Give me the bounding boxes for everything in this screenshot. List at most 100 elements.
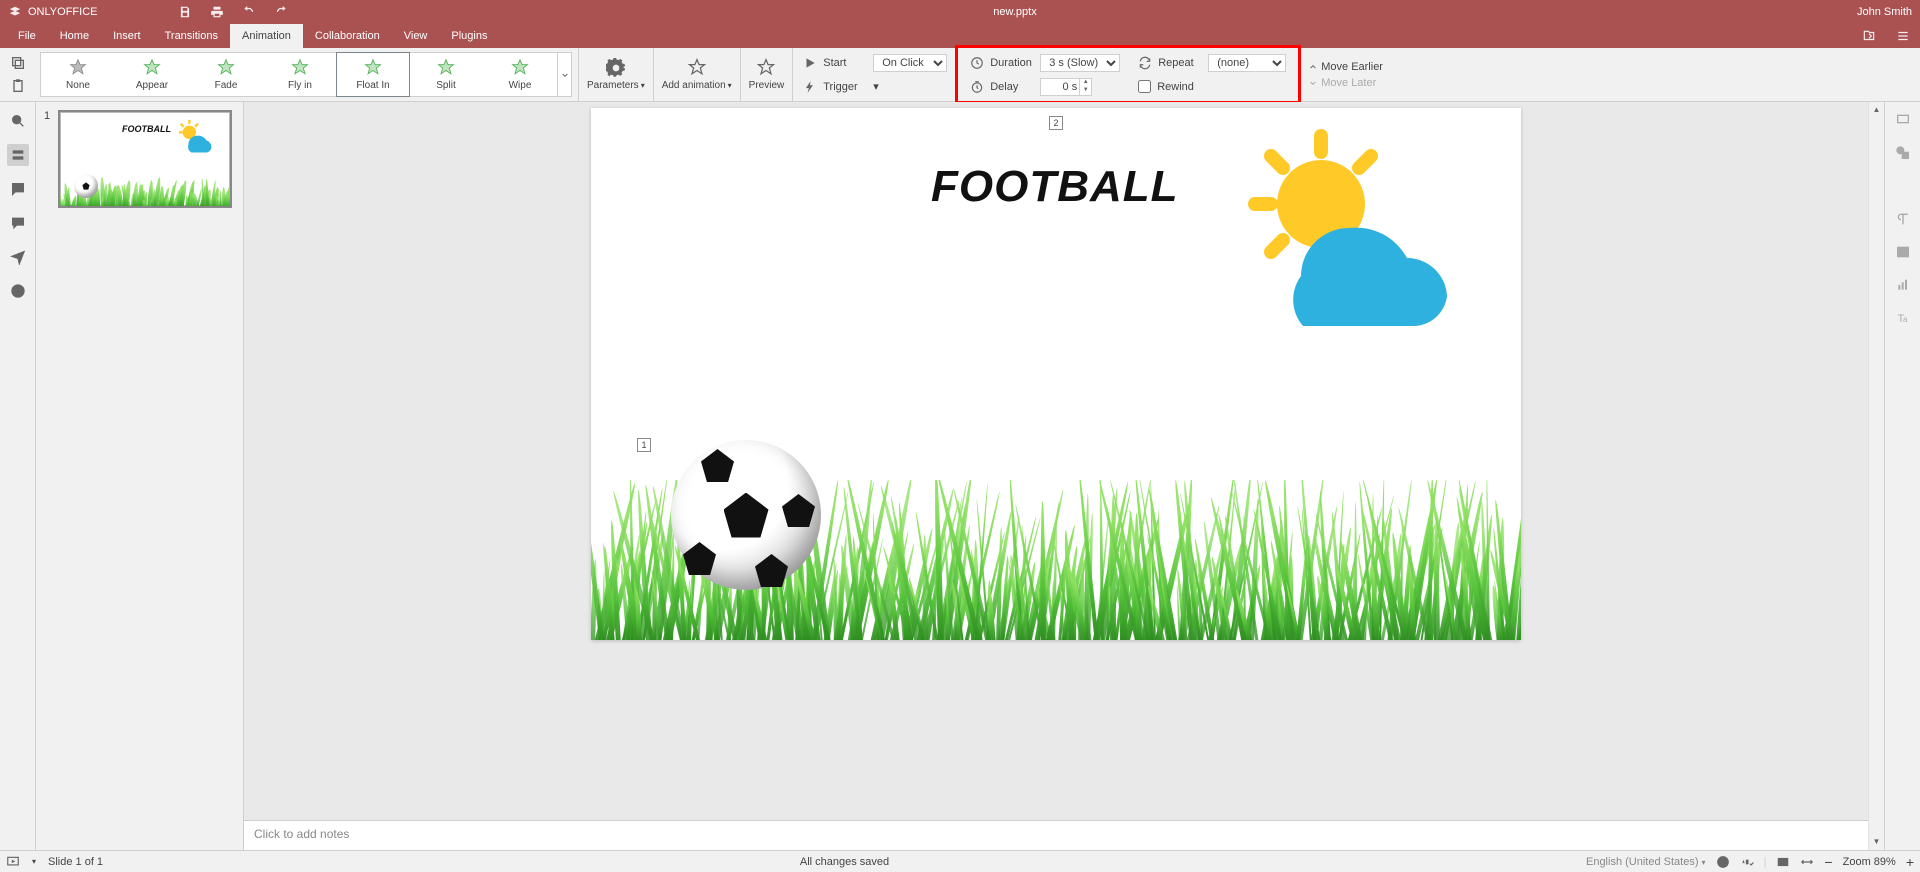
star-icon	[142, 58, 162, 78]
notes-area[interactable]: Click to add notes	[244, 820, 1868, 850]
tab-collaboration[interactable]: Collaboration	[303, 24, 392, 48]
star-icon	[68, 58, 88, 78]
parameters-label: Parameters	[587, 80, 639, 91]
slide-thumb-index: 1	[44, 110, 54, 208]
trigger-label: Trigger	[823, 81, 867, 93]
slide-counter: Slide 1 of 1	[48, 856, 103, 868]
animation-order-badge-1[interactable]: 1	[637, 438, 651, 452]
tab-plugins[interactable]: Plugins	[439, 24, 499, 48]
rewind-checkbox[interactable]	[1138, 80, 1151, 93]
lightning-icon	[803, 80, 817, 94]
animation-gallery-item-float-in[interactable]: Float In	[336, 52, 410, 97]
zoom-label[interactable]: Zoom 89%	[1843, 856, 1896, 868]
animation-gallery-item-split[interactable]: Split	[409, 53, 483, 96]
timing-group: Duration 3 s (Slow) Delay ▲▼	[955, 45, 1301, 104]
spellcheck-icon[interactable]	[1740, 855, 1754, 869]
textart-settings-button[interactable]: Ta	[1895, 310, 1911, 329]
set-language-icon[interactable]	[1716, 855, 1730, 869]
tab-file[interactable]: File	[6, 24, 48, 48]
ribbon-animation: None Appear Fade Fly in Float In Split W…	[0, 48, 1920, 102]
slide-settings-button[interactable]	[1895, 112, 1911, 131]
table-settings-button[interactable]	[1895, 244, 1911, 263]
tab-insert[interactable]: Insert	[101, 24, 153, 48]
fit-width-icon[interactable]	[1800, 855, 1814, 869]
zoom-in-button[interactable]: +	[1906, 854, 1914, 870]
animation-gallery-item-wipe[interactable]: Wipe	[483, 53, 557, 96]
gear-icon	[606, 58, 626, 78]
star-icon	[510, 58, 530, 78]
soccer-ball-graphic[interactable]	[671, 440, 821, 590]
animation-gallery-item-fly-in[interactable]: Fly in	[263, 53, 337, 96]
about-button[interactable]	[7, 280, 29, 302]
move-later-button: Move Later	[1309, 77, 1383, 89]
scroll-up-button[interactable]: ▲	[1869, 102, 1884, 118]
add-animation-button[interactable]: Add animation▾	[654, 48, 740, 101]
duration-select[interactable]: 3 s (Slow)	[1040, 54, 1120, 72]
star-icon	[363, 58, 383, 78]
slideshow-icon[interactable]	[6, 855, 20, 869]
chevron-up-icon	[1309, 63, 1317, 71]
shape-settings-button[interactable]	[1895, 145, 1911, 164]
paragraph-settings-button[interactable]	[1895, 211, 1911, 230]
find-button[interactable]	[7, 110, 29, 132]
paste-icon[interactable]	[10, 78, 26, 94]
delay-spin-up[interactable]: ▲	[1079, 79, 1091, 87]
chat-button[interactable]	[7, 212, 29, 234]
copy-icon[interactable]	[10, 55, 26, 71]
scroll-down-button[interactable]: ▼	[1869, 834, 1884, 850]
move-group: Move Earlier Move Later	[1299, 48, 1393, 101]
clock-icon	[970, 56, 984, 70]
brand: ONLYOFFICE	[8, 5, 178, 19]
repeat-select[interactable]: (none)	[1208, 54, 1286, 72]
statusbar: ▾ Slide 1 of 1 All changes saved English…	[0, 850, 1920, 872]
animation-gallery-item-none[interactable]: None	[41, 53, 115, 96]
print-icon[interactable]	[210, 5, 224, 19]
repeat-label: Repeat	[1158, 57, 1202, 69]
feedback-button[interactable]	[7, 246, 29, 268]
trigger-caret[interactable]: ▾	[873, 80, 879, 93]
fit-slide-icon[interactable]	[1776, 855, 1790, 869]
notes-placeholder: Click to add notes	[254, 827, 349, 841]
move-earlier-button[interactable]: Move Earlier	[1309, 61, 1383, 73]
tab-home[interactable]: Home	[48, 24, 101, 48]
comments-button[interactable]	[7, 178, 29, 200]
tab-transitions[interactable]: Transitions	[153, 24, 230, 48]
slide-headline[interactable]: FOOTBALL	[931, 162, 1179, 212]
vertical-scrollbar[interactable]: ▲ ▼	[1868, 102, 1884, 850]
hamburger-icon[interactable]	[1896, 29, 1910, 43]
repeat-icon	[1138, 56, 1152, 70]
redo-icon[interactable]	[274, 5, 288, 19]
thumbnails-button[interactable]	[7, 144, 29, 166]
image-settings-button[interactable]	[1895, 178, 1911, 197]
slideshow-caret[interactable]: ▾	[32, 857, 36, 866]
preview-button[interactable]: Preview	[741, 48, 793, 101]
left-rail	[0, 102, 36, 850]
user-name[interactable]: John Smith	[1742, 6, 1912, 18]
animation-gallery-more[interactable]	[557, 53, 571, 96]
delay-clock-icon	[970, 80, 984, 94]
start-select[interactable]: On Click	[873, 54, 947, 72]
undo-icon[interactable]	[242, 5, 256, 19]
animation-gallery-item-fade[interactable]: Fade	[189, 53, 263, 96]
chevron-down-icon	[1309, 79, 1317, 87]
parameters-button[interactable]: Parameters▾	[579, 48, 653, 101]
slide-canvas[interactable]: 2 1 FOOTBALL	[591, 108, 1521, 640]
slide-thumbnail-1[interactable]: FOOTBALL	[58, 110, 232, 208]
chart-settings-button[interactable]	[1895, 277, 1911, 296]
weather-graphic[interactable]	[1231, 126, 1491, 316]
start-label: Start	[823, 57, 867, 69]
tab-view[interactable]: View	[392, 24, 440, 48]
star-icon	[216, 58, 236, 78]
quick-access-toolbar	[178, 5, 288, 19]
save-icon[interactable]	[178, 5, 192, 19]
animation-gallery-item-appear[interactable]: Appear	[115, 53, 189, 96]
tab-animation[interactable]: Animation	[230, 24, 303, 48]
slides-panel[interactable]: 1 FOOTBALL	[36, 102, 244, 850]
right-rail: Ta	[1884, 102, 1920, 850]
doc-language[interactable]: English (United States) ▾	[1586, 856, 1706, 868]
open-location-icon[interactable]	[1862, 29, 1876, 43]
zoom-out-button[interactable]: −	[1824, 854, 1832, 870]
star-icon	[290, 58, 310, 78]
animation-order-badge-2[interactable]: 2	[1049, 116, 1063, 130]
delay-spin-down[interactable]: ▼	[1079, 87, 1091, 95]
